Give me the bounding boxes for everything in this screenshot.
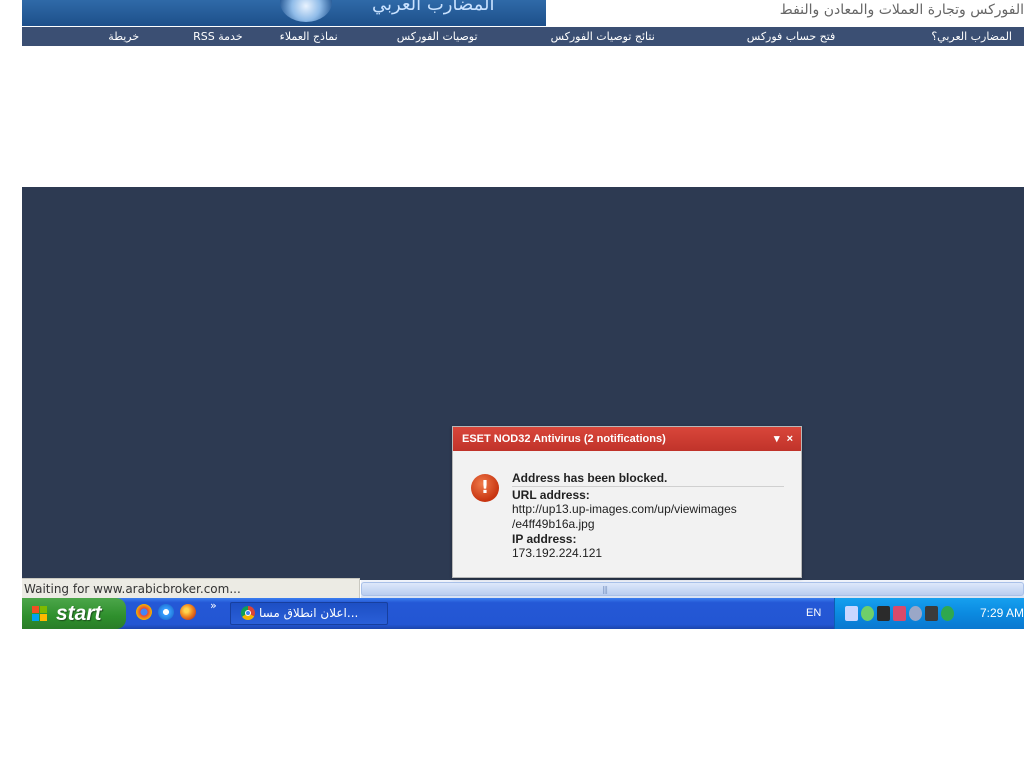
eset-notification: ESET NOD32 Antivirus (2 notifications) ▾… [452, 426, 802, 578]
grip-icon: ||| [602, 585, 608, 594]
chrome-icon [241, 606, 255, 620]
chevron-more-icon[interactable]: » [210, 599, 217, 612]
site-banner[interactable]: المضارب العربي [22, 0, 546, 26]
notification-heading: Address has been blocked. [512, 471, 784, 487]
site-logo-text: المضارب العربي [372, 0, 495, 15]
security-icon[interactable] [893, 606, 906, 621]
info-icon[interactable] [941, 606, 954, 621]
chrome-icon[interactable] [136, 604, 152, 620]
url-value-line1: http://up13.up-images.com/up/viewimages [512, 502, 737, 516]
start-button[interactable]: start [22, 598, 126, 629]
system-tray: 7:29 AM [834, 598, 1024, 629]
update-icon[interactable] [861, 606, 874, 621]
alert-icon: ! [471, 474, 499, 502]
horizontal-scrollbar[interactable]: ||| [361, 580, 1024, 598]
browser-status-bar: Waiting for www.arabicbroker.com... [22, 578, 360, 598]
ip-value: 173.192.224.121 [512, 546, 603, 560]
network-icon[interactable] [845, 606, 858, 621]
windows-logo-icon [32, 606, 48, 622]
close-icon[interactable]: × [787, 433, 793, 445]
taskbar-item-label: اعلان انطلاق مسا... [259, 606, 359, 620]
nav-item-client-samples[interactable]: نماذج العملاء [280, 30, 338, 43]
taskbar-item-browser[interactable]: اعلان انطلاق مسا... [230, 602, 388, 625]
language-indicator[interactable]: EN [806, 607, 821, 619]
eset-tray-icon[interactable] [909, 606, 922, 621]
nav-item-open-account[interactable]: فتح حساب فوركس [747, 30, 836, 43]
site-tagline: الفوركس وتجارة العملات والمعادن والنفط [779, 2, 1024, 18]
ip-label: IP address: [512, 532, 577, 546]
internet-explorer-icon[interactable] [158, 604, 174, 620]
screen: المضارب العربي الفوركس وتجارة العملات وا… [22, 0, 1024, 629]
quick-launch [136, 604, 196, 620]
url-label: URL address: [512, 488, 590, 502]
url-value-line2: /e4ff49b16a.jpg [512, 517, 595, 531]
nav-item-rss[interactable]: خدمة RSS [193, 30, 242, 43]
taskbar: start » اعلان انطلاق مسا... EN 7:29 AM [22, 598, 1024, 629]
nav-item-forex-signals[interactable]: توصيات الفوركس [397, 30, 478, 43]
device-icon[interactable] [877, 606, 890, 621]
notification-body: Address has been blocked. URL address: h… [512, 471, 784, 561]
dropdown-arrow-icon[interactable]: ▾ [774, 433, 780, 445]
start-label: start [56, 602, 102, 625]
tray-icons [845, 606, 954, 621]
notification-title: ESET NOD32 Antivirus (2 notifications) [462, 433, 666, 445]
site-nav: المضارب العربي؟ فتح حساب فوركس نتائج توص… [22, 27, 1024, 46]
globe-logo-icon [280, 0, 332, 22]
monitor-icon[interactable] [925, 606, 938, 621]
firefox-icon[interactable] [180, 604, 196, 620]
nav-item-about[interactable]: المضارب العربي؟ [931, 30, 1012, 43]
clock[interactable]: 7:29 AM [980, 606, 1024, 620]
nav-item-signal-results[interactable]: نتائج توصيات الفوركس [551, 30, 655, 43]
notification-controls: ▾ × [770, 427, 793, 451]
scrollbar-thumb[interactable]: ||| [361, 582, 1024, 596]
notification-titlebar: ESET NOD32 Antivirus (2 notifications) ▾… [453, 427, 801, 451]
nav-item-sitemap[interactable]: خريطة [108, 30, 139, 43]
